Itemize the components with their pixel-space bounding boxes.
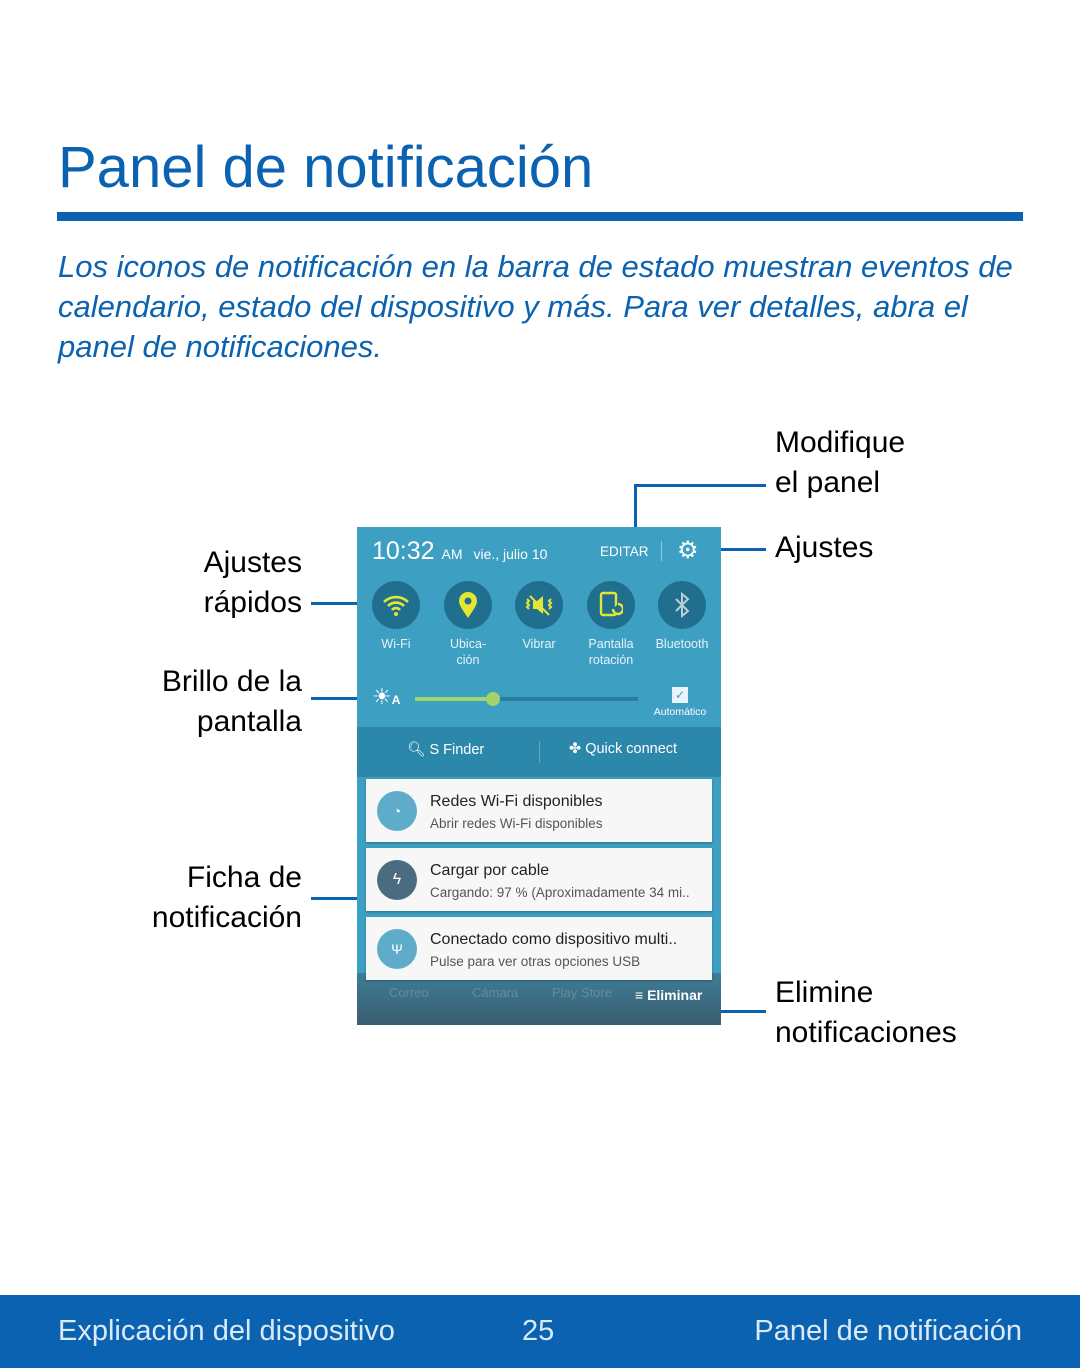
callout-clear: Elimine notificaciones <box>775 976 957 1049</box>
auto-checkbox[interactable]: ✓ <box>672 687 688 703</box>
sfinder-button[interactable]: 🔍︎ S Finder <box>407 741 484 758</box>
slider-knob[interactable] <box>486 692 501 706</box>
brightness-auto-icon: ☀A <box>372 684 401 709</box>
notification-panel-screenshot: 10:32 AM vie., julio 10 EDITAR ⚙ Wi-Fi U… <box>357 527 721 1025</box>
brightness-slider[interactable] <box>415 692 638 706</box>
callout-settings: Ajustes <box>775 531 874 564</box>
qs-label-bluetooth: Bluetooth <box>655 637 709 651</box>
intro-text: Los iconos de notificación en la barra d… <box>58 249 1013 364</box>
footer-section: Explicación del dispositivo <box>58 1315 395 1347</box>
title-rule <box>57 212 1023 221</box>
quick-connect-icon: ✤ <box>569 741 582 757</box>
qs-label-vibrate: Vibrar <box>522 637 556 651</box>
page-number: 25 <box>522 1315 555 1347</box>
vibrate-icon[interactable] <box>515 581 563 629</box>
usb-icon: Ψ <box>377 929 417 969</box>
search-icon: 🔍︎ <box>407 742 426 758</box>
quick-connect-button[interactable]: ✤ Quick connect <box>569 741 677 757</box>
wifi-question-icon: ◔ <box>377 791 417 831</box>
wifi-icon[interactable] <box>372 581 420 629</box>
qs-label-rotation: Pantalla rotación <box>588 637 634 667</box>
dock-app: Cámara <box>472 985 519 1000</box>
rotation-icon[interactable] <box>587 581 635 629</box>
notification-card[interactable]: Ψ Conectado como dispositivo multi.. Pul… <box>366 917 712 980</box>
clear-all-icon: ≡ <box>635 987 644 1003</box>
leader-line <box>634 484 766 487</box>
clock: 10:32 AM vie., julio 10 <box>372 537 548 565</box>
callout-brightness: Brillo de la pantalla <box>161 665 302 738</box>
dock-app: Correo <box>389 985 429 1000</box>
search-bar: 🔍︎ S Finder ✤ Quick connect <box>357 727 721 777</box>
location-icon[interactable] <box>444 581 492 629</box>
callout-notification-card: Ficha de notificación <box>151 861 302 934</box>
notification-card[interactable]: ϟ Cargar por cable Cargando: 97 % (Aprox… <box>366 848 712 911</box>
dock-area: Correo Cámara Play Store ≡ Eliminar <box>357 973 721 1025</box>
callout-modify: Modifique el panel <box>775 426 906 499</box>
bluetooth-icon[interactable] <box>658 581 706 629</box>
notification-card[interactable]: ◔ Redes Wi-Fi disponibles Abrir redes Wi… <box>366 779 712 842</box>
clear-button[interactable]: ≡ Eliminar <box>635 987 702 1003</box>
footer: Explicación del dispositivo 25 Panel de … <box>0 1295 1080 1368</box>
leader-line <box>718 1010 766 1013</box>
footer-chapter: Panel de notificación <box>754 1315 1022 1347</box>
gear-icon[interactable]: ⚙ <box>677 536 699 565</box>
auto-label: Automático <box>653 706 707 718</box>
page-title: Panel de notificación <box>58 135 594 200</box>
charging-icon: ϟ <box>377 860 417 900</box>
qs-label-location: Ubica- ción <box>449 637 487 667</box>
qs-label-wifi: Wi-Fi <box>381 637 411 651</box>
edit-button[interactable]: EDITAR <box>600 544 649 559</box>
callout-quick-settings: Ajustes rápidos <box>203 546 302 619</box>
dock-app: Play Store <box>552 985 612 1000</box>
